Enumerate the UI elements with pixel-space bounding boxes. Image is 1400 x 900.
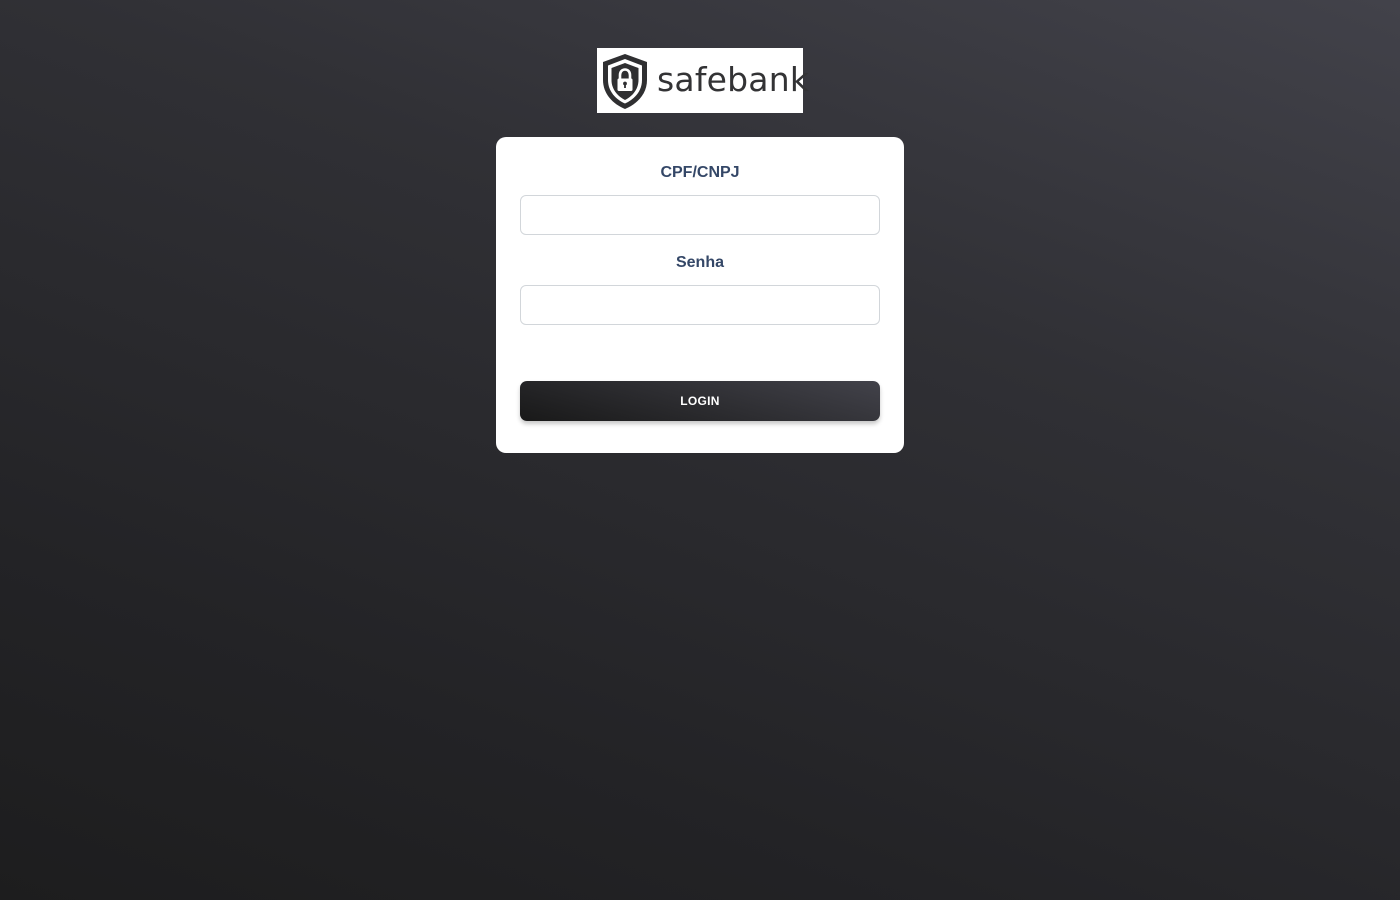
- logo-text: safebank: [657, 60, 810, 99]
- cpf-cnpj-input[interactable]: [520, 195, 880, 235]
- shield-lock-icon: [603, 54, 647, 109]
- senha-label: Senha: [675, 254, 724, 271]
- safebank-logo: safebank: [597, 48, 809, 113]
- senha-input[interactable]: [520, 285, 880, 325]
- login-card: CPF/CNPJ Senha LOGIN: [496, 137, 904, 453]
- cpf-cnpj-label: CPF/CNPJ: [660, 164, 740, 181]
- login-button[interactable]: LOGIN: [520, 381, 880, 421]
